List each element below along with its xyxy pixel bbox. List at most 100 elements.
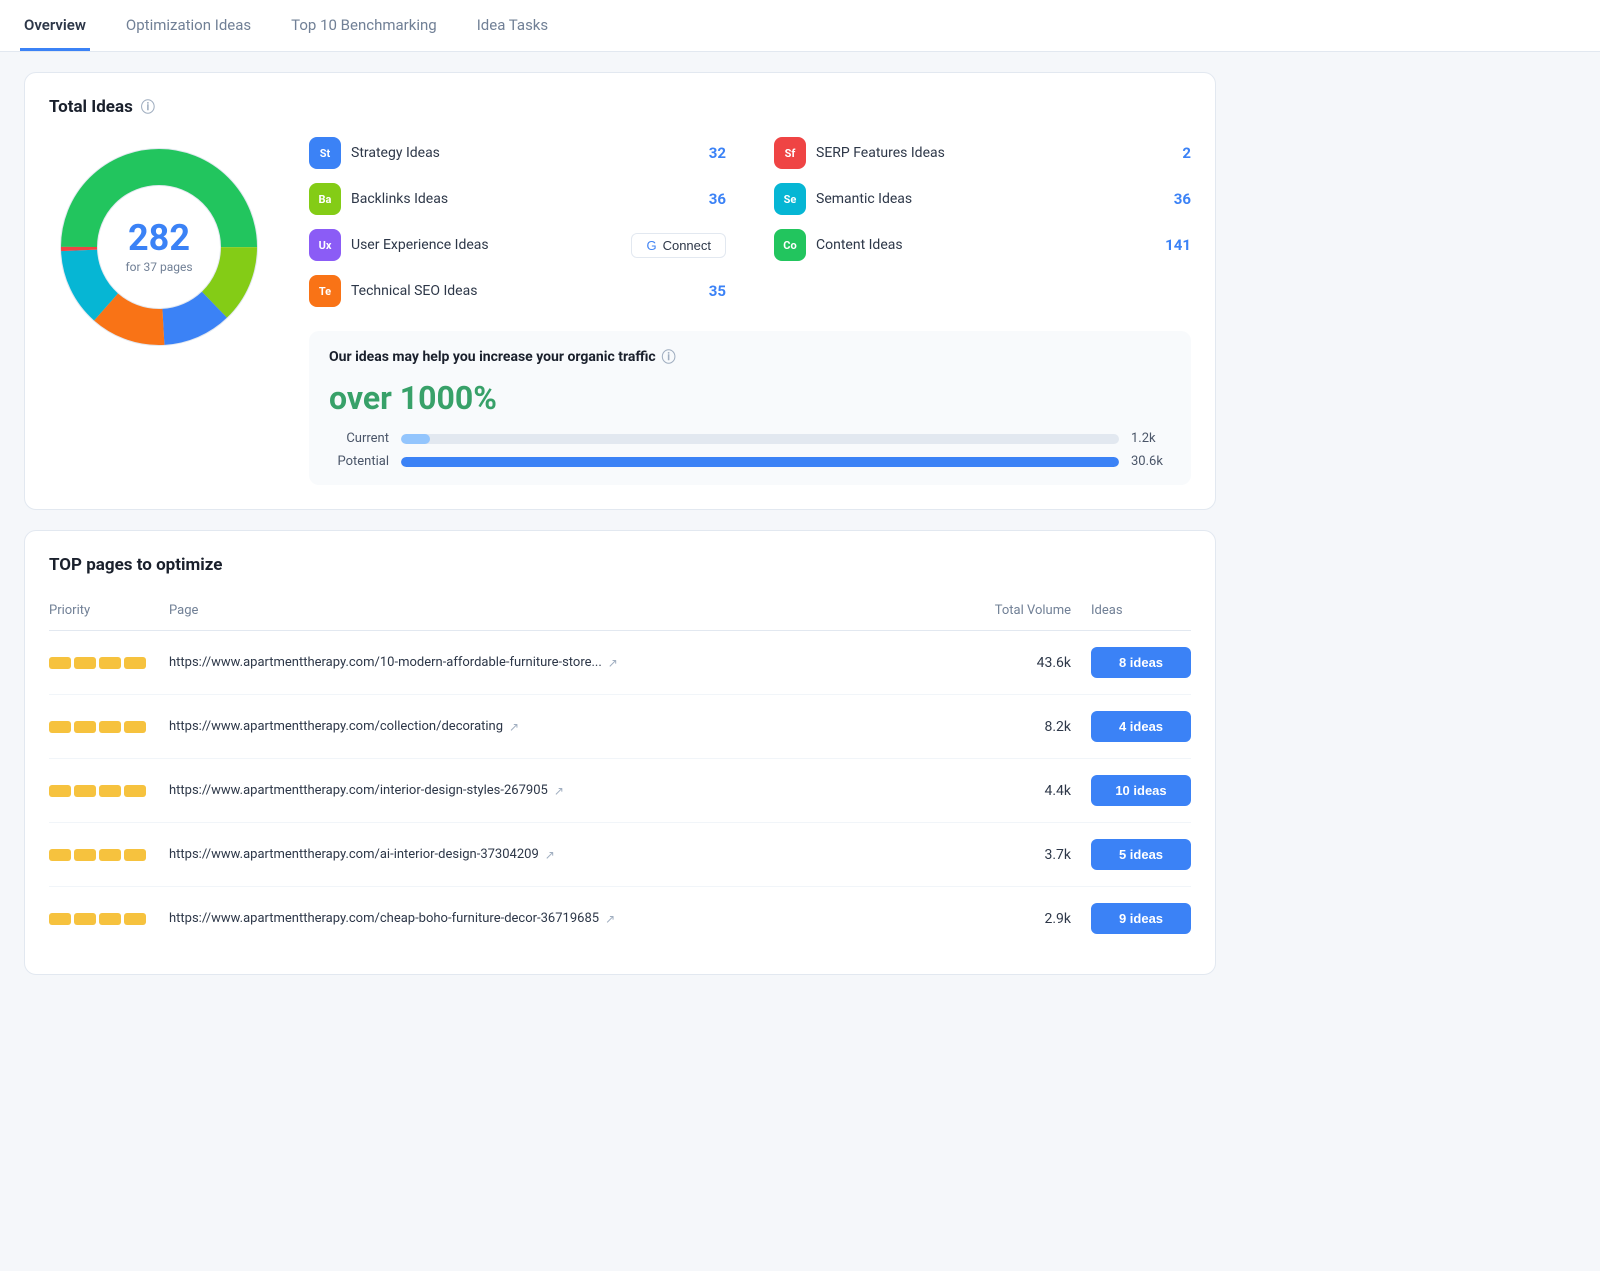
priority-dot xyxy=(49,913,71,925)
semantic-row: Se Semantic Ideas 36 xyxy=(774,183,1191,215)
table-header: Priority Page Total Volume Ideas xyxy=(49,595,1191,631)
traffic-increase: over 1000% xyxy=(329,379,1171,417)
priority-dot xyxy=(49,785,71,797)
external-link-icon: ↗ xyxy=(545,848,555,862)
priority-dot xyxy=(74,657,96,669)
ideas-button[interactable]: 10 ideas xyxy=(1091,775,1191,806)
donut-chart: 282 for 37 pages xyxy=(49,137,269,357)
left-categories: St Strategy Ideas 32 Ba Backlinks Ideas … xyxy=(309,137,726,307)
external-link-icon: ↗ xyxy=(605,912,615,926)
col-ideas: Ideas xyxy=(1091,603,1191,618)
current-bar-track xyxy=(401,434,1119,444)
priority-dots xyxy=(49,913,169,925)
table-row: https://www.apartmenttherapy.com/interio… xyxy=(49,759,1191,823)
tab-top10-benchmarking[interactable]: Top 10 Benchmarking xyxy=(287,0,441,51)
top-pages-label: TOP pages to optimize xyxy=(49,555,222,575)
table-row: https://www.apartmenttherapy.com/10-mode… xyxy=(49,631,1191,695)
right-categories: Sf SERP Features Ideas 2 Se Semantic Ide… xyxy=(774,137,1191,307)
main-content: Total Ideas ⓘ xyxy=(0,52,1240,1015)
content-label: Content Ideas xyxy=(816,237,1151,253)
serp-badge: Sf xyxy=(774,137,806,169)
external-link-icon: ↗ xyxy=(554,784,564,798)
priority-dot xyxy=(99,913,121,925)
potential-bar-row: Potential 30.6k xyxy=(329,454,1171,469)
content-count: 141 xyxy=(1161,236,1191,254)
total-ideas-label: Total Ideas xyxy=(49,97,133,117)
technical-label: Technical SEO Ideas xyxy=(351,283,686,299)
priority-dots xyxy=(49,721,169,733)
strategy-row: St Strategy Ideas 32 xyxy=(309,137,726,169)
ideas-button[interactable]: 4 ideas xyxy=(1091,711,1191,742)
priority-dot xyxy=(74,721,96,733)
priority-dot xyxy=(99,657,121,669)
traffic-box: Our ideas may help you increase your org… xyxy=(309,331,1191,485)
ideas-columns: St Strategy Ideas 32 Ba Backlinks Ideas … xyxy=(309,137,1191,307)
volume-cell: 43.6k xyxy=(971,655,1091,671)
info-icon: ⓘ xyxy=(141,97,155,117)
col-volume: Total Volume xyxy=(971,603,1091,618)
priority-dot xyxy=(49,721,71,733)
table-row: https://www.apartmenttherapy.com/collect… xyxy=(49,695,1191,759)
traffic-bars: Current 1.2k Potential 30.6k xyxy=(329,431,1171,469)
google-connect-button[interactable]: G Connect xyxy=(631,233,726,258)
total-ideas-body: 282 for 37 pages St Strategy Ideas 32 xyxy=(49,137,1191,485)
donut-total: 282 xyxy=(125,220,192,256)
priority-dot xyxy=(124,849,146,861)
col-page: Page xyxy=(169,603,971,618)
backlinks-badge: Ba xyxy=(309,183,341,215)
nav-tabs: Overview Optimization Ideas Top 10 Bench… xyxy=(0,0,1600,52)
page-url: https://www.apartmenttherapy.com/interio… xyxy=(169,783,971,798)
strategy-count: 32 xyxy=(696,144,726,162)
priority-dot xyxy=(124,657,146,669)
page-url: https://www.apartmenttherapy.com/collect… xyxy=(169,719,971,734)
url-text: https://www.apartmenttherapy.com/collect… xyxy=(169,719,503,734)
ideas-button[interactable]: 8 ideas xyxy=(1091,647,1191,678)
priority-dots xyxy=(49,657,169,669)
technical-badge: Te xyxy=(309,275,341,307)
content-badge: Co xyxy=(774,229,806,261)
priority-dot xyxy=(74,785,96,797)
url-text: https://www.apartmenttherapy.com/cheap-b… xyxy=(169,911,599,926)
serp-label: SERP Features Ideas xyxy=(816,145,1151,161)
total-ideas-title: Total Ideas ⓘ xyxy=(49,97,1191,117)
technical-row: Te Technical SEO Ideas 35 xyxy=(309,275,726,307)
ideas-button[interactable]: 9 ideas xyxy=(1091,903,1191,934)
ideas-button[interactable]: 5 ideas xyxy=(1091,839,1191,870)
serp-count: 2 xyxy=(1161,144,1191,162)
volume-cell: 4.4k xyxy=(971,783,1091,799)
connect-label: Connect xyxy=(663,238,711,253)
priority-dot xyxy=(74,913,96,925)
priority-dot xyxy=(99,849,121,861)
semantic-label: Semantic Ideas xyxy=(816,191,1151,207)
priority-dot xyxy=(74,849,96,861)
volume-cell: 8.2k xyxy=(971,719,1091,735)
volume-cell: 2.9k xyxy=(971,911,1091,927)
priority-dot xyxy=(99,785,121,797)
backlinks-row: Ba Backlinks Ideas 36 xyxy=(309,183,726,215)
tab-optimization-ideas[interactable]: Optimization Ideas xyxy=(122,0,255,51)
tab-idea-tasks[interactable]: Idea Tasks xyxy=(473,0,552,51)
potential-bar-fill xyxy=(401,457,1119,467)
ux-row: Ux User Experience Ideas G Connect xyxy=(309,229,726,261)
g-logo: G xyxy=(646,238,656,253)
traffic-title: Our ideas may help you increase your org… xyxy=(329,347,1171,367)
current-value: 1.2k xyxy=(1131,431,1171,446)
donut-center: 282 for 37 pages xyxy=(125,220,192,274)
technical-count: 35 xyxy=(696,282,726,300)
table-row: https://www.apartmenttherapy.com/cheap-b… xyxy=(49,887,1191,950)
priority-dot xyxy=(49,849,71,861)
backlinks-count: 36 xyxy=(696,190,726,208)
ux-badge: Ux xyxy=(309,229,341,261)
url-text: https://www.apartmenttherapy.com/10-mode… xyxy=(169,655,602,670)
priority-dots xyxy=(49,785,169,797)
priority-dots xyxy=(49,849,169,861)
priority-dot xyxy=(124,913,146,925)
current-bar-fill xyxy=(401,434,430,444)
priority-dot xyxy=(49,657,71,669)
tab-overview[interactable]: Overview xyxy=(20,0,90,51)
ideas-grid: St Strategy Ideas 32 Ba Backlinks Ideas … xyxy=(309,137,1191,485)
content-row: Co Content Ideas 141 xyxy=(774,229,1191,261)
strategy-badge: St xyxy=(309,137,341,169)
top-pages-title: TOP pages to optimize xyxy=(49,555,1191,575)
traffic-title-text: Our ideas may help you increase your org… xyxy=(329,349,656,365)
